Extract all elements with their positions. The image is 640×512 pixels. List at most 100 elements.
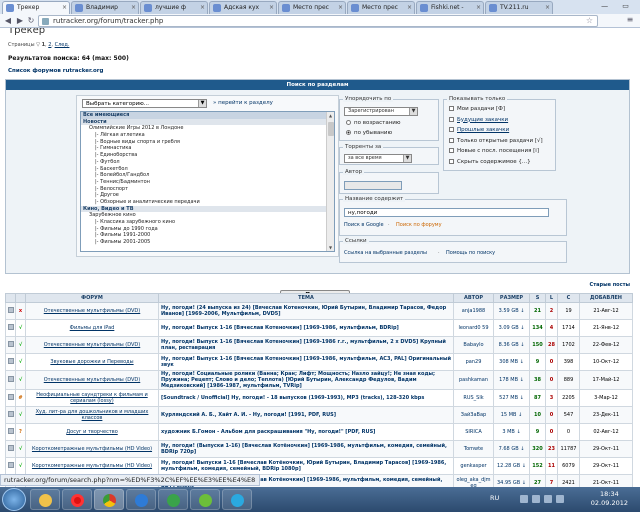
tray-icon[interactable] bbox=[520, 495, 528, 503]
author-link[interactable]: SIRICA bbox=[453, 423, 494, 441]
close-icon[interactable]: × bbox=[200, 2, 205, 14]
topic-link[interactable]: Ну, погоди! Выпуск 1-16 [Вячеслав Котено… bbox=[158, 353, 454, 371]
checkbox-icon[interactable] bbox=[449, 137, 454, 143]
forum-link[interactable]: Короткометражные мультфильмы (HD Video) bbox=[25, 457, 159, 475]
topic-link[interactable]: Ну, погоди! (Выпуски 1-16) [Вячеслав Кот… bbox=[158, 440, 454, 458]
browser-tab[interactable]: Владимир × bbox=[71, 1, 139, 14]
author-input[interactable] bbox=[344, 181, 402, 190]
size-download-link[interactable]: 3.59 GB ↓ bbox=[493, 302, 530, 320]
forum-link[interactable]: Фильмы для iPad bbox=[25, 319, 159, 337]
forum-option[interactable]: |- Теннис/Бадминтон bbox=[81, 179, 327, 186]
author-link[interactable]: pashkaman bbox=[453, 370, 494, 390]
forum-option[interactable]: |- Водные виды спорта и гребля bbox=[81, 139, 327, 146]
wrench-icon[interactable]: ≡ bbox=[624, 15, 636, 27]
forum-option[interactable]: |- Фильмы 2001-2005 bbox=[81, 239, 327, 246]
checkbox-icon[interactable] bbox=[449, 158, 454, 164]
chrome-taskbar-icon[interactable] bbox=[94, 489, 124, 510]
author-link[interactable]: genkasper bbox=[453, 457, 494, 475]
forum-option[interactable]: |- Единоборства bbox=[81, 152, 327, 159]
scroll-thumb[interactable] bbox=[328, 122, 334, 136]
column-header[interactable]: L bbox=[545, 293, 558, 303]
topic-link[interactable]: Курляндский А. Б., Хайт А. И. - Ну, пого… bbox=[158, 406, 454, 424]
title-search-input[interactable]: ну,погоди bbox=[344, 208, 549, 217]
browser-tab[interactable]: Место прес × bbox=[278, 1, 346, 14]
topic-link[interactable]: Ну, погоди! (24 выпуска из 24) [Вячеслав… bbox=[158, 302, 454, 320]
forum-option[interactable]: |- Фильмы 1991-2000 bbox=[81, 232, 327, 239]
show-only-checkbox[interactable]: Прошлые закачки bbox=[449, 127, 509, 133]
media-player-taskbar-icon[interactable] bbox=[126, 489, 156, 510]
sort-asc-radio[interactable]: по возрастанию bbox=[346, 120, 401, 126]
volume-icon[interactable] bbox=[556, 495, 564, 503]
browser-tab[interactable]: Адская кух × bbox=[209, 1, 277, 14]
forum-option[interactable]: |- Другое bbox=[81, 192, 327, 199]
go-to-section-link[interactable]: » перейти к разделу bbox=[213, 100, 273, 106]
author-link[interactable]: Tomwte bbox=[453, 440, 494, 458]
topic-link[interactable]: Ну, погоди! Выпуск 1-16 [Вячеслав Котено… bbox=[158, 319, 454, 337]
close-icon[interactable]: × bbox=[62, 2, 67, 14]
show-only-checkbox[interactable]: Новые с посл. посещения [i] bbox=[449, 148, 539, 154]
forum-option[interactable]: |- Обзорные и аналитические передачи bbox=[81, 199, 327, 206]
size-download-link[interactable]: 15 MB ↓ bbox=[493, 406, 530, 424]
category-select[interactable]: Выбрать категорию... ▼ bbox=[82, 99, 207, 108]
checkbox-icon[interactable] bbox=[449, 116, 454, 122]
period-select[interactable]: за все время ▼ bbox=[344, 154, 412, 163]
forum-link[interactable]: Неофициальные саундтреки к фильмам и сер… bbox=[25, 389, 159, 407]
author-link[interactable]: anja1988 bbox=[453, 302, 494, 320]
forum-option[interactable]: Новости bbox=[81, 118, 327, 126]
topic-link[interactable]: Ну, погоди! Выпуски 1-16 [Вячеслав Котён… bbox=[158, 457, 454, 475]
author-link[interactable]: pan29 bbox=[453, 353, 494, 371]
reload-icon[interactable]: ↻ bbox=[25, 15, 37, 27]
author-link[interactable]: RUS_Slk bbox=[453, 389, 494, 407]
size-download-link[interactable]: 178 MB ↓ bbox=[493, 370, 530, 390]
checkbox-icon[interactable] bbox=[449, 127, 454, 132]
size-download-link[interactable]: 7.68 GB ↓ bbox=[493, 440, 530, 458]
close-icon[interactable]: × bbox=[476, 2, 481, 14]
old-posts-link[interactable]: Старые посты bbox=[590, 282, 630, 288]
listbox-scrollbar[interactable]: ▲ ▼ bbox=[326, 112, 334, 251]
clock[interactable]: 18:34 02.09.2012 bbox=[591, 490, 628, 508]
author-link[interactable]: ЗайЗаВар bbox=[453, 406, 494, 424]
forum-link[interactable]: Отечественные мультфильмы (DVD) bbox=[25, 336, 159, 354]
show-only-checkbox[interactable]: Только открытые раздачи [√] bbox=[449, 137, 543, 144]
forum-option[interactable]: |- Классика зарубежного кино bbox=[81, 219, 327, 226]
tab-active[interactable]: Трекер × bbox=[2, 1, 70, 15]
window-controls[interactable]: — ▭ ✕ bbox=[596, 0, 640, 22]
utorrent-taskbar-icon[interactable] bbox=[190, 489, 220, 510]
browser-tab[interactable]: Fishki.net - × bbox=[416, 1, 484, 14]
forum-link[interactable]: Отечественные мультфильмы (DVD) bbox=[25, 370, 159, 390]
forum-link[interactable]: Короткометражные мультфильмы (HD Video) bbox=[25, 440, 159, 458]
column-header[interactable]: ФОРУМ bbox=[25, 293, 159, 303]
network-icon[interactable] bbox=[544, 495, 552, 503]
forum-option[interactable]: |- Лёгкая атлетика bbox=[81, 132, 327, 139]
close-icon[interactable]: × bbox=[131, 2, 136, 14]
column-header[interactable]: РАЗМЕР bbox=[493, 293, 530, 303]
forum-option[interactable]: |- Гимнастика bbox=[81, 145, 327, 152]
order-by-select[interactable]: Зарегистрирован ▼ bbox=[344, 107, 418, 116]
column-header[interactable]: S bbox=[529, 293, 546, 303]
size-download-link[interactable]: 527 MB ↓ bbox=[493, 389, 530, 407]
address-bar[interactable]: rutracker.org/forum/tracker.php ☆ bbox=[38, 15, 598, 27]
close-icon[interactable]: × bbox=[269, 2, 274, 14]
forum-listbox[interactable]: Все имеющиеся Новости Олимпийские Игры 201… bbox=[80, 111, 335, 252]
author-link[interactable]: leonard0 59 bbox=[453, 319, 494, 337]
forum-option[interactable]: |- Баскетбол bbox=[81, 166, 327, 173]
next-page-link[interactable]: След. bbox=[55, 42, 70, 48]
forum-option[interactable]: Все имеющиеся bbox=[81, 112, 327, 119]
show-only-checkbox[interactable]: Мои раздачи [Ф] bbox=[449, 106, 505, 112]
forum-option[interactable]: |- Волейбол/Гандбол bbox=[81, 172, 327, 179]
sort-desc-radio[interactable]: по убыванию bbox=[346, 130, 392, 136]
forum-option[interactable]: |- Фильмы до 1990 года bbox=[81, 226, 327, 233]
size-download-link[interactable]: 8.36 GB ↓ bbox=[493, 336, 530, 354]
forum-option[interactable]: Олимпийские Игры 2012 в Лондоне bbox=[81, 125, 327, 132]
back-icon[interactable]: ◀ bbox=[2, 15, 14, 27]
app-taskbar-icon[interactable] bbox=[158, 489, 188, 510]
close-icon[interactable]: × bbox=[338, 2, 343, 14]
show-only-checkbox[interactable]: Скрыть содержимое {...} bbox=[449, 158, 531, 165]
size-download-link[interactable]: 34.95 GB ↓ bbox=[493, 474, 530, 487]
forum-option[interactable]: |- Футбол bbox=[81, 159, 327, 166]
forum-link[interactable]: Досуг и творчество bbox=[25, 423, 159, 441]
opera-taskbar-icon[interactable] bbox=[62, 489, 92, 510]
checkbox-icon[interactable] bbox=[449, 148, 454, 153]
column-header[interactable]: ДОБАВЛЕН bbox=[579, 293, 633, 303]
checkbox-icon[interactable] bbox=[449, 106, 454, 111]
